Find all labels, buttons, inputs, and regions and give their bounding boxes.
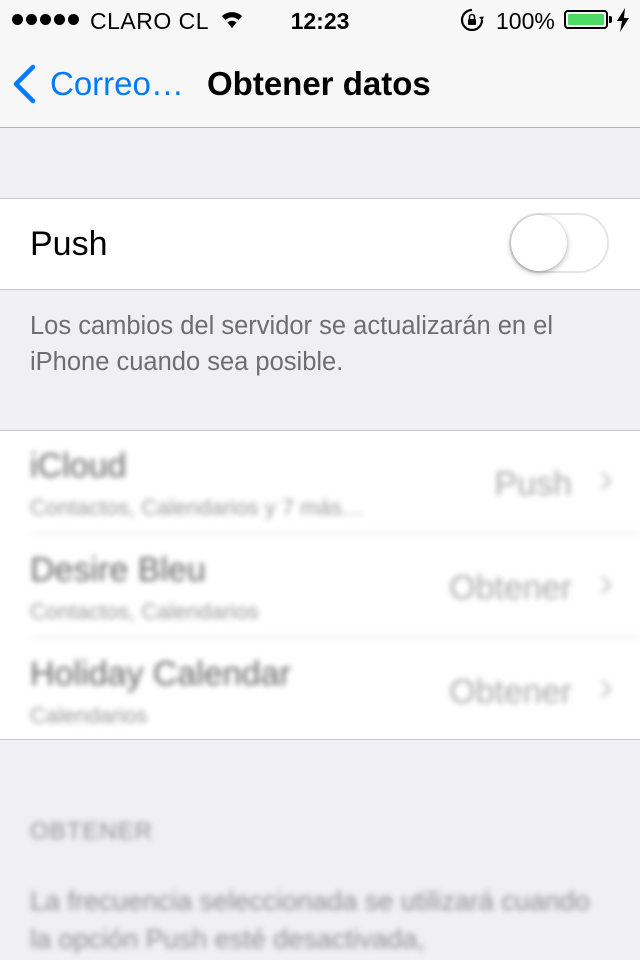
account-row-desire-bleu[interactable]: Desire Bleu Contactos, Calendarios Obten… (0, 535, 640, 638)
chevron-right-icon (600, 575, 613, 600)
chevron-left-icon (12, 64, 36, 104)
push-row: Push (0, 198, 640, 290)
accounts-list: iCloud Contactos, Calendarios y 7 más… P… (0, 430, 640, 740)
push-label: Push (30, 225, 108, 263)
account-fetch-mode: Obtener (449, 673, 572, 711)
account-fetch-mode: Obtener (449, 569, 572, 607)
back-button[interactable]: Correo… (12, 60, 184, 108)
account-detail: Calendarios (30, 703, 148, 728)
navigation-bar: Correo… Obtener datos (0, 40, 640, 128)
page-title: Obtener datos (207, 65, 431, 102)
rotation-lock-icon (460, 8, 484, 38)
account-name: iCloud (30, 447, 127, 485)
account-row-icloud[interactable]: iCloud Contactos, Calendarios y 7 más… P… (0, 431, 640, 534)
push-footer-note: Los cambios del servidor se actualizarán… (30, 312, 554, 376)
account-name: Holiday Calendar (30, 655, 291, 693)
battery-fill (568, 14, 604, 25)
account-name: Desire Bleu (30, 551, 206, 589)
battery-percent: 100% (496, 8, 555, 34)
account-fetch-mode: Push (494, 465, 573, 503)
fetch-section-header: OBTENER (30, 818, 154, 845)
battery-icon (564, 10, 608, 29)
toggle-knob (511, 215, 567, 271)
battery-tip (609, 16, 612, 23)
status-bar: CLARO CL 12:23 100% (0, 0, 640, 40)
chevron-right-icon (600, 679, 613, 704)
chevron-right-icon (600, 471, 613, 496)
fetch-note: La frecuencia seleccionada se utilizará … (30, 886, 590, 954)
charging-bolt-icon (616, 8, 630, 38)
screen: CLARO CL 12:23 100% Correo… Obtener dato… (0, 0, 640, 960)
account-row-holiday-calendar[interactable]: Holiday Calendar Calendarios Obtener (0, 639, 640, 742)
account-detail: Contactos, Calendarios (30, 599, 259, 624)
back-button-label: Correo… (50, 65, 184, 102)
account-detail: Contactos, Calendarios y 7 más… (30, 495, 364, 520)
push-toggle[interactable] (509, 213, 609, 273)
